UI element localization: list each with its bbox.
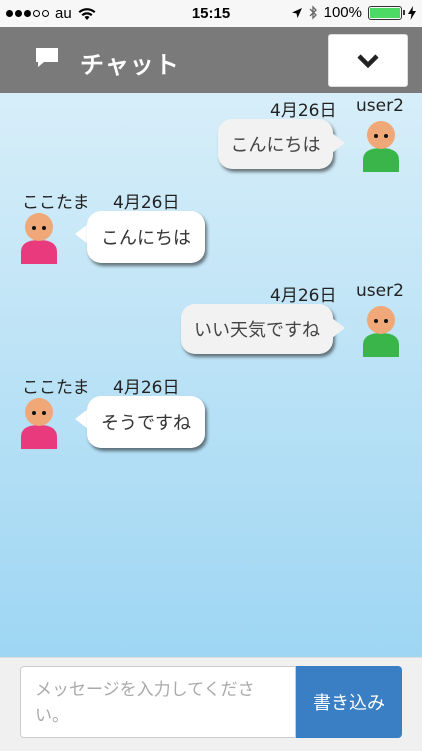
- user-avatar-icon: [21, 213, 57, 264]
- bluetooth-icon: [309, 5, 317, 20]
- message-date: 4月26日: [113, 193, 180, 213]
- message-bubble: いい天気ですね: [181, 304, 333, 354]
- chevron-down-icon: [357, 53, 379, 68]
- status-bar: au 15:15 100%: [0, 0, 422, 27]
- message-username: user2: [356, 281, 404, 301]
- location-arrow-icon: [291, 7, 302, 18]
- composer-bar: 書き込み: [0, 657, 422, 751]
- message-date: 4月26日: [113, 378, 180, 398]
- battery-percent: 100%: [323, 4, 362, 21]
- message-bubble: こんにちは: [87, 211, 205, 263]
- message-date: 4月26日: [270, 101, 337, 121]
- charging-bolt-icon: [408, 5, 416, 20]
- message-bubble: こんにちは: [218, 119, 333, 169]
- battery-icon: [368, 5, 405, 20]
- chat-timeline[interactable]: 4月26日 user2 こんにちは ここたま 4月26日 こんにちは 4月26日…: [0, 93, 422, 657]
- send-button[interactable]: 書き込み: [296, 666, 402, 738]
- collapse-menu-button[interactable]: [328, 34, 408, 87]
- chat-bubble-icon: [36, 48, 58, 67]
- user-avatar-icon: [363, 306, 399, 357]
- user-avatar-icon: [21, 398, 57, 449]
- page-title: チャット: [80, 51, 180, 79]
- message-input[interactable]: [20, 666, 296, 738]
- message-username: user2: [356, 96, 404, 116]
- app-header: チャット: [0, 27, 422, 93]
- user-avatar-icon: [363, 121, 399, 172]
- message-bubble: そうですね: [87, 396, 205, 448]
- message-date: 4月26日: [270, 286, 337, 306]
